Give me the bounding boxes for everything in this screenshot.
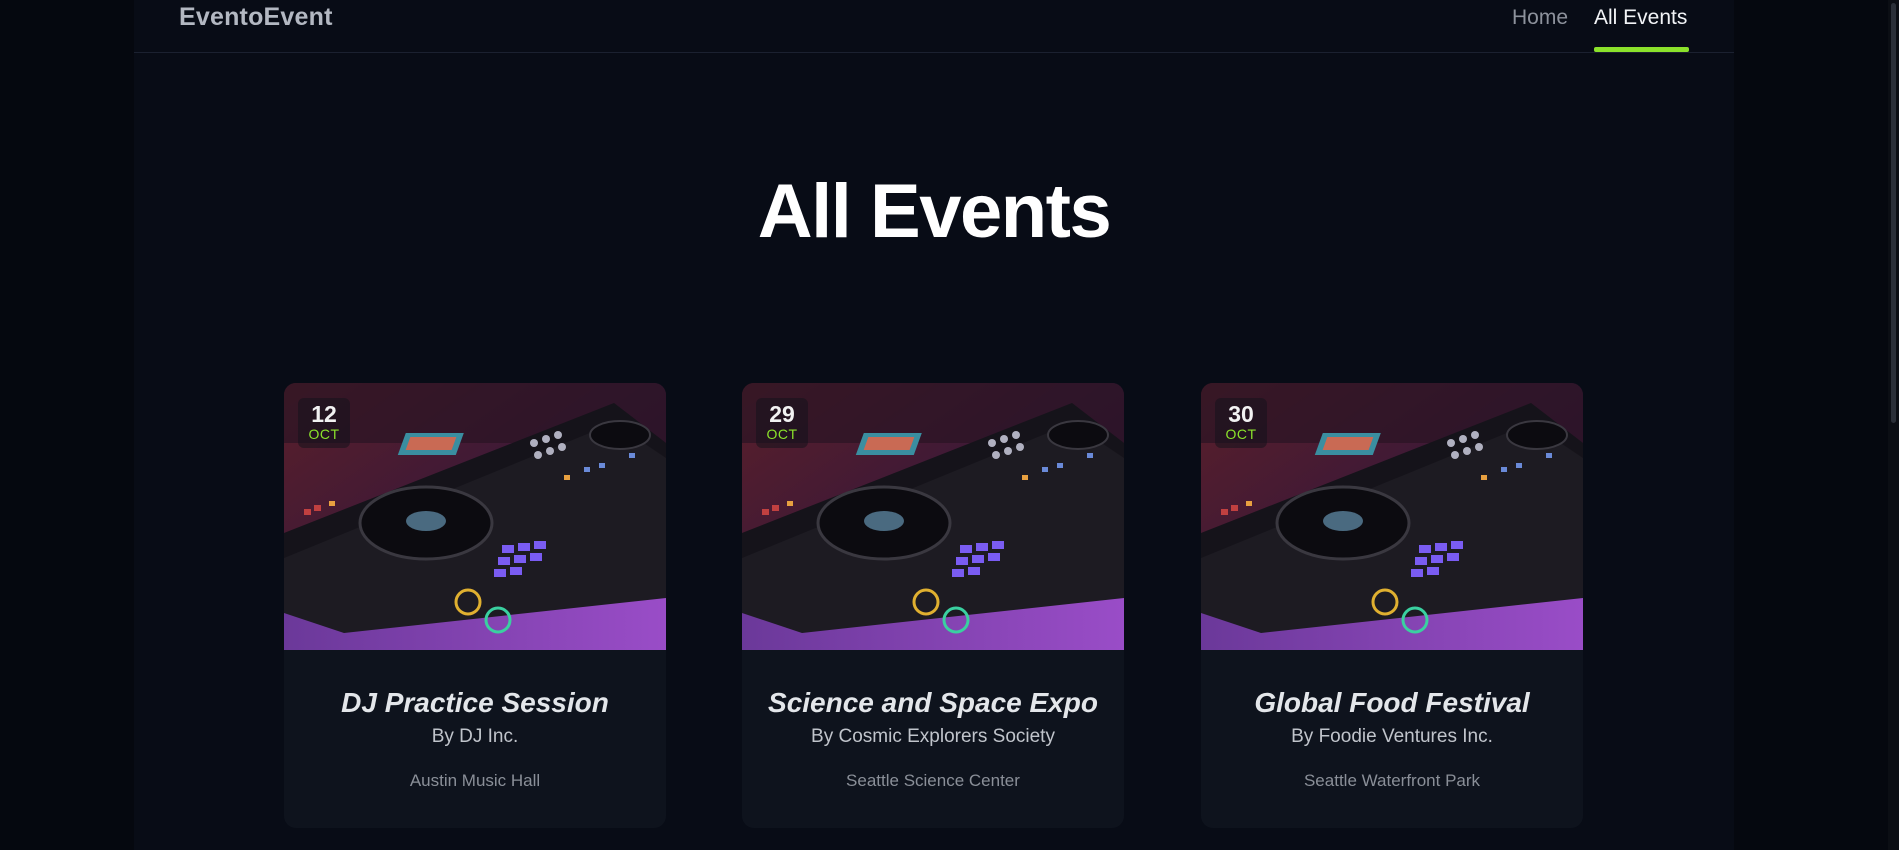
event-organizer: By DJ Inc. xyxy=(431,726,519,747)
brand-logo[interactable]: EventoEvent xyxy=(179,3,333,32)
event-organizer: By Foodie Ventures Inc. xyxy=(1291,726,1493,747)
event-card[interactable]: 29 OCT Science and Space Expo By Cosmic … xyxy=(742,383,1124,828)
nav-all-events[interactable]: All Events xyxy=(1594,6,1687,30)
nav-home[interactable]: Home xyxy=(1512,6,1568,30)
date-badge: 29 OCT xyxy=(756,398,808,448)
date-day: 30 xyxy=(1228,401,1254,427)
vertical-scrollbar[interactable] xyxy=(1888,0,1899,850)
event-title[interactable]: DJ Practice Session xyxy=(284,687,666,719)
date-month: OCT xyxy=(308,426,340,442)
date-badge: 30 OCT xyxy=(1215,398,1267,448)
event-card[interactable]: 12 OCT DJ Practice Session By DJ Inc. Au… xyxy=(284,383,666,828)
active-nav-indicator xyxy=(1594,47,1689,52)
event-title[interactable]: Science and Space Expo xyxy=(742,687,1124,719)
event-title[interactable]: Global Food Festival xyxy=(1201,687,1583,719)
page: EventoEvent Home All Events All Events 1… xyxy=(0,0,1899,850)
event-location: Austin Music Hall xyxy=(409,771,541,790)
date-day: 29 xyxy=(769,401,795,427)
date-month: OCT xyxy=(1225,426,1257,442)
event-location: Seattle Waterfront Park xyxy=(1303,771,1481,790)
date-month: OCT xyxy=(766,426,798,442)
event-organizer: By Cosmic Explorers Society xyxy=(811,726,1055,747)
main-container: EventoEvent Home All Events All Events 1… xyxy=(134,0,1734,850)
event-card[interactable]: 30 OCT Global Food Festival By Foodie Ve… xyxy=(1201,383,1583,828)
navbar: EventoEvent Home All Events xyxy=(134,0,1734,53)
date-day: 12 xyxy=(311,401,337,427)
page-title: All Events xyxy=(757,169,1112,254)
event-location: Seattle Science Center xyxy=(846,771,1020,790)
date-badge: 12 OCT xyxy=(298,398,350,448)
scrollbar-thumb[interactable] xyxy=(1891,3,1896,423)
